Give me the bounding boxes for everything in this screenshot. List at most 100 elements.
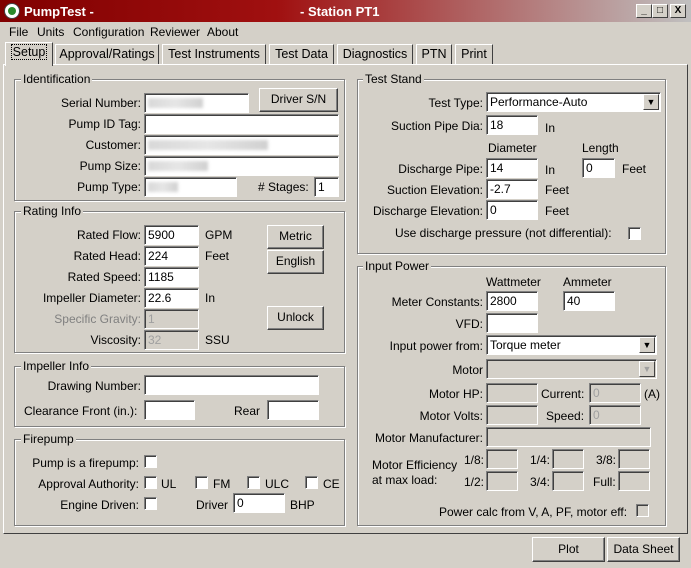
tab-test-instruments[interactable]: Test Instruments: [162, 44, 266, 65]
menu-reviewer[interactable]: Reviewer: [150, 25, 200, 39]
driver-sn-button[interactable]: Driver S/N: [259, 88, 338, 112]
use-discharge-checkbox[interactable]: [628, 227, 641, 240]
viscosity-input[interactable]: 32: [144, 330, 199, 350]
pump-id-tag-input[interactable]: [144, 114, 339, 134]
rated-speed-input[interactable]: 1185: [144, 267, 199, 287]
eff-1-2-input[interactable]: [486, 471, 518, 491]
is-firepump-checkbox[interactable]: [144, 455, 157, 468]
discharge-length-unit: Feet: [622, 162, 647, 176]
pump-size-label: Pump Size:: [79, 159, 141, 173]
motor-select[interactable]: [486, 359, 657, 379]
pump-type-input[interactable]: [144, 177, 237, 197]
engine-driven-checkbox[interactable]: [144, 497, 157, 510]
tab-setup[interactable]: Setup: [5, 42, 53, 66]
pump-id-tag-label: Pump ID Tag:: [68, 117, 141, 131]
eff-1-8-label: 1/8:: [464, 453, 485, 467]
specific-gravity-label: Specific Gravity:: [54, 312, 141, 326]
data-sheet-button[interactable]: Data Sheet: [607, 537, 680, 562]
impeller-info-title: Impeller Info: [21, 359, 92, 373]
drawing-number-input[interactable]: [144, 375, 319, 395]
rated-head-input[interactable]: 224: [144, 246, 199, 266]
station-title: - Station PT1: [300, 4, 380, 19]
vfd-input[interactable]: [486, 313, 538, 333]
fm-checkbox[interactable]: [195, 476, 208, 489]
menu-units[interactable]: Units: [37, 25, 64, 39]
rated-flow-unit: GPM: [205, 228, 233, 242]
impeller-diameter-input[interactable]: 22.6: [144, 288, 199, 308]
pump-size-input[interactable]: [144, 156, 339, 176]
rating-info-title: Rating Info: [21, 204, 84, 218]
suction-pipe-dia-input[interactable]: 18: [486, 115, 538, 135]
chevron-down-icon[interactable]: ▼: [639, 361, 655, 377]
ulc-label: ULC: [265, 477, 290, 491]
input-power-from-select[interactable]: Torque meter: [486, 335, 657, 355]
menu-about[interactable]: About: [207, 25, 238, 39]
metric-button[interactable]: Metric: [267, 225, 324, 249]
viscosity-unit: SSU: [205, 333, 230, 347]
serial-number-input[interactable]: [144, 93, 249, 113]
plot-button[interactable]: Plot: [532, 537, 605, 562]
eff-3-4-input[interactable]: [552, 471, 584, 491]
discharge-pipe-input[interactable]: 14: [486, 158, 538, 178]
eff-full-input[interactable]: [618, 471, 650, 491]
chevron-down-icon[interactable]: ▼: [639, 337, 655, 353]
minimize-button[interactable]: _: [636, 4, 652, 18]
rated-head-unit: Feet: [205, 249, 230, 263]
wattmeter-constant-input[interactable]: 2800: [486, 291, 538, 311]
motor-manufacturer-input[interactable]: [486, 427, 651, 447]
unlock-button[interactable]: Unlock: [267, 306, 324, 330]
current-input[interactable]: 0: [589, 383, 641, 403]
test-type-select[interactable]: Performance-Auto: [486, 92, 661, 112]
diameter-header: Diameter: [488, 141, 537, 155]
ul-checkbox[interactable]: [144, 476, 157, 489]
specific-gravity-input[interactable]: 1: [144, 309, 199, 329]
driver-bhp-unit: BHP: [290, 498, 315, 512]
maximize-button[interactable]: □: [652, 4, 668, 18]
speed-input[interactable]: 0: [589, 405, 641, 425]
current-unit: (A): [644, 387, 660, 401]
english-button[interactable]: English: [267, 250, 324, 274]
discharge-elevation-input[interactable]: 0: [486, 200, 538, 220]
power-calc-checkbox[interactable]: [636, 504, 649, 517]
motor-efficiency-label: Motor Efficiency: [372, 458, 458, 472]
discharge-length-input[interactable]: 0: [582, 158, 615, 178]
input-power-from-label: Input power from:: [389, 339, 483, 353]
ulc-checkbox[interactable]: [247, 476, 260, 489]
ul-label: UL: [161, 477, 177, 491]
tab-diagnostics[interactable]: Diagnostics: [337, 44, 413, 65]
chevron-down-icon[interactable]: ▼: [643, 94, 659, 110]
ce-checkbox[interactable]: [305, 476, 318, 489]
app-icon[interactable]: [4, 3, 20, 19]
engine-driven-label: Engine Driven:: [60, 498, 139, 512]
suction-elevation-input[interactable]: -2.7: [486, 179, 538, 199]
customer-input[interactable]: [144, 135, 339, 155]
tab-print[interactable]: Print: [455, 44, 493, 65]
motor-hp-input[interactable]: [486, 383, 538, 403]
clearance-rear-label: Rear: [234, 404, 261, 418]
menu-file[interactable]: File: [9, 25, 28, 39]
eff-1-8-input[interactable]: [486, 449, 518, 469]
menu-bar: File Units Configuration Reviewer About: [0, 22, 691, 42]
tab-ptn[interactable]: PTN: [416, 44, 452, 65]
window-title: PumpTest -: [24, 4, 94, 19]
rated-flow-input[interactable]: 5900: [144, 225, 199, 245]
approval-authority-label: Approval Authority:: [38, 477, 139, 491]
discharge-elevation-label: Discharge Elevation:: [372, 204, 483, 218]
motor-volts-input[interactable]: [486, 405, 538, 425]
motor-volts-label: Motor Volts:: [419, 409, 483, 423]
eff-1-4-input[interactable]: [552, 449, 584, 469]
discharge-pipe-unit: In: [545, 163, 556, 177]
clearance-rear-input[interactable]: [267, 400, 319, 420]
clearance-front-input[interactable]: [144, 400, 195, 420]
rated-head-label: Rated Head:: [73, 249, 141, 263]
tab-test-data[interactable]: Test Data: [269, 44, 334, 65]
close-button[interactable]: X: [670, 4, 686, 18]
ammeter-constant-input[interactable]: 40: [563, 291, 615, 311]
customer-label: Customer:: [85, 138, 141, 152]
clearance-front-label: Clearance Front (in.):: [24, 404, 138, 418]
stages-input[interactable]: 1: [314, 177, 339, 197]
menu-configuration[interactable]: Configuration: [73, 25, 144, 39]
driver-bhp-input[interactable]: 0: [233, 493, 285, 513]
eff-3-8-input[interactable]: [618, 449, 650, 469]
tab-approval-ratings[interactable]: Approval/Ratings: [55, 44, 159, 65]
